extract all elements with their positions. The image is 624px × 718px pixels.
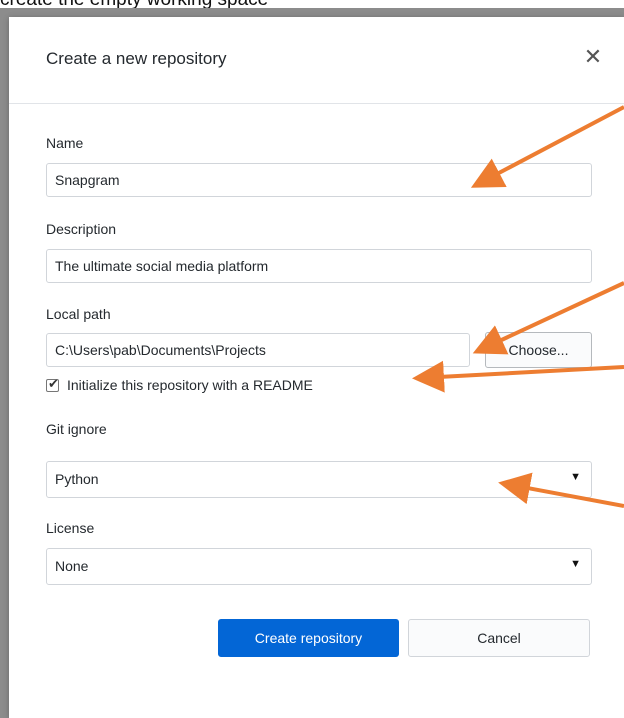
create-repository-dialog: Create a new repository ✕ Name Descripti… — [9, 17, 624, 718]
readme-checkbox-label: Initialize this repository with a README — [67, 377, 313, 393]
choose-button[interactable]: Choose... — [485, 332, 592, 368]
name-label: Name — [46, 135, 84, 151]
local-path-label: Local path — [46, 306, 111, 322]
screenshot-page: create the empty working space Create a … — [0, 0, 624, 718]
git-ignore-select[interactable]: Python ▼ — [46, 461, 592, 498]
triangle-down-icon: ▼ — [570, 471, 581, 483]
dialog-header: Create a new repository ✕ — [9, 17, 624, 104]
git-ignore-selected-value: Python — [55, 471, 99, 487]
license-selected-value: None — [55, 558, 89, 574]
license-select[interactable]: None ▼ — [46, 548, 592, 585]
checkmark-icon: ✔ — [48, 375, 59, 391]
dialog-title: Create a new repository — [46, 49, 227, 68]
description-input[interactable] — [46, 249, 592, 283]
create-repository-button[interactable]: Create repository — [218, 619, 399, 657]
name-input[interactable] — [46, 163, 592, 197]
git-ignore-label: Git ignore — [46, 421, 107, 437]
triangle-down-icon: ▼ — [570, 558, 581, 570]
description-label: Description — [46, 221, 117, 237]
readme-checkbox-row[interactable]: ✔ Initialize this repository with a READ… — [46, 375, 313, 395]
close-icon[interactable]: ✕ — [581, 45, 605, 69]
cancel-button[interactable]: Cancel — [408, 619, 590, 657]
readme-checkbox[interactable]: ✔ — [46, 375, 59, 392]
license-label: License — [46, 520, 95, 536]
local-path-input[interactable] — [46, 333, 470, 367]
